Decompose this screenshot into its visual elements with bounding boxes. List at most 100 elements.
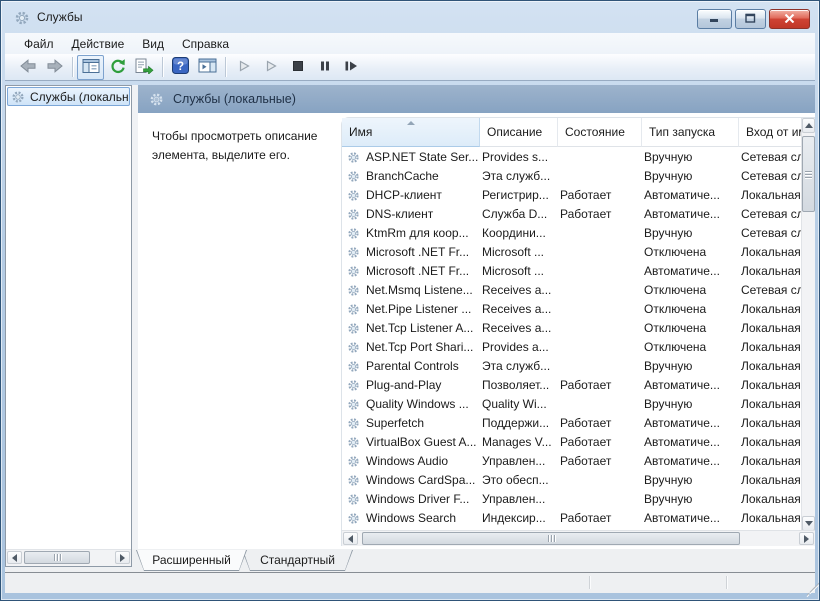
gear-icon bbox=[347, 170, 360, 183]
cell-logon_as: Сетевая служба bbox=[741, 167, 802, 186]
service-row[interactable]: Quality Windows ...Quality Wi...ВручнуюЛ… bbox=[342, 395, 802, 414]
restart-service-icon bbox=[344, 60, 359, 75]
gear-icon bbox=[347, 474, 360, 487]
tree-item-services-local[interactable]: Службы (локальные) bbox=[7, 87, 130, 106]
gear-icon bbox=[347, 284, 360, 297]
view-tab[interactable]: Стандартный bbox=[242, 550, 353, 571]
stop-service-button[interactable] bbox=[284, 55, 311, 80]
cell-name: Parental Controls bbox=[366, 357, 479, 376]
grip-icon bbox=[548, 535, 555, 542]
column-header-label: Вход от имени bbox=[746, 125, 805, 139]
cell-status bbox=[560, 243, 641, 262]
refresh-button[interactable] bbox=[104, 55, 131, 80]
column-header[interactable]: Тип запуска bbox=[642, 118, 739, 147]
cell-logon_as: Локальная система bbox=[741, 262, 802, 281]
cell-startup_type: Отключена bbox=[644, 338, 737, 357]
service-row[interactable]: Microsoft .NET Fr...Microsoft ...Автомат… bbox=[342, 262, 802, 281]
help-button[interactable]: ? bbox=[167, 55, 194, 80]
maximize-button[interactable] bbox=[735, 9, 766, 29]
cell-name: Net.Pipe Listener ... bbox=[366, 300, 479, 319]
cell-description: Receives a... bbox=[482, 300, 557, 319]
service-row[interactable]: Windows SearchИндексир...РаботаетАвтомат… bbox=[342, 509, 802, 528]
services-rows: ASP.NET State Ser...Provides s...Вручную… bbox=[342, 148, 802, 531]
gear-icon bbox=[11, 90, 25, 104]
gear-icon bbox=[347, 493, 360, 506]
list-vertical-scrollbar[interactable] bbox=[801, 118, 815, 531]
service-row[interactable]: Microsoft .NET Fr...Microsoft ...Отключе… bbox=[342, 243, 802, 262]
service-row[interactable]: KtmRm для коор...Координи...ВручнуюСетев… bbox=[342, 224, 802, 243]
service-row[interactable]: ASP.NET State Ser...Provides s...Вручную… bbox=[342, 148, 802, 167]
cell-description: Receives a... bbox=[482, 281, 557, 300]
extended-view-title: Службы (локальные) bbox=[173, 92, 296, 106]
menu-item[interactable]: Файл bbox=[15, 34, 63, 54]
service-row[interactable]: SuperfetchПоддержи...РаботаетАвтоматиче.… bbox=[342, 414, 802, 433]
menu-item[interactable]: Вид bbox=[133, 34, 173, 54]
restart-service-button[interactable] bbox=[338, 55, 365, 80]
toolbar-separator bbox=[225, 57, 226, 77]
column-header[interactable]: Вход от имени bbox=[739, 118, 805, 147]
forward-button[interactable] bbox=[41, 55, 68, 80]
cell-logon_as: Сетевая служба bbox=[741, 205, 802, 224]
extended-view-header: Службы (локальные) bbox=[138, 85, 815, 113]
gear-icon bbox=[347, 303, 360, 316]
scroll-thumb[interactable] bbox=[802, 136, 815, 212]
service-row[interactable]: BranchCacheЭта служб...ВручнуюСетевая сл… bbox=[342, 167, 802, 186]
cell-description: Координи... bbox=[482, 224, 557, 243]
cell-description: Позволяет... bbox=[482, 376, 557, 395]
gear-icon bbox=[347, 246, 360, 259]
scroll-right-button[interactable] bbox=[115, 551, 130, 564]
cell-description: Служба D... bbox=[482, 205, 557, 224]
cell-description: Регистрир... bbox=[482, 186, 557, 205]
menu-item[interactable]: Справка bbox=[173, 34, 238, 54]
cell-status bbox=[560, 471, 641, 490]
service-row[interactable]: Parental ControlsЭта служб...ВручнуюЛока… bbox=[342, 357, 802, 376]
tree-horizontal-scrollbar[interactable] bbox=[6, 549, 131, 566]
service-row[interactable]: Plug-and-PlayПозволяет...РаботаетАвтомат… bbox=[342, 376, 802, 395]
resize-grip[interactable] bbox=[800, 577, 813, 590]
title-bar[interactable]: Службы bbox=[1, 1, 819, 33]
show-console-tree-button[interactable] bbox=[77, 55, 104, 80]
help-icon: ? bbox=[172, 57, 189, 77]
service-row[interactable]: DNS-клиентСлужба D...РаботаетАвтоматиче.… bbox=[342, 205, 802, 224]
scroll-thumb[interactable] bbox=[24, 551, 90, 564]
service-row[interactable]: VirtualBox Guest A...Manages V...Работае… bbox=[342, 433, 802, 452]
service-row[interactable]: DHCP-клиентРегистрир...РаботаетАвтоматич… bbox=[342, 186, 802, 205]
close-button[interactable] bbox=[769, 9, 810, 29]
list-horizontal-scrollbar[interactable] bbox=[342, 530, 815, 546]
scroll-down-button[interactable] bbox=[802, 516, 815, 531]
scroll-up-button[interactable] bbox=[802, 118, 815, 133]
menu-item[interactable]: Действие bbox=[63, 34, 134, 54]
column-header[interactable]: Имя bbox=[342, 118, 480, 147]
scroll-thumb[interactable] bbox=[362, 532, 740, 545]
view-tab[interactable]: Расширенный bbox=[136, 550, 247, 571]
back-icon bbox=[18, 57, 38, 78]
service-row[interactable]: Net.Tcp Port Shari...Provides a...Отключ… bbox=[342, 338, 802, 357]
export-list-button[interactable] bbox=[131, 55, 158, 80]
service-row[interactable]: Net.Pipe Listener ...Receives a...Отключ… bbox=[342, 300, 802, 319]
cell-name: BranchCache bbox=[366, 167, 479, 186]
console-tree: Службы (локальные) bbox=[6, 87, 131, 106]
scroll-right-button[interactable] bbox=[799, 532, 814, 545]
gear-icon bbox=[149, 92, 164, 107]
back-button[interactable] bbox=[14, 55, 41, 80]
sort-ascending-icon bbox=[407, 121, 415, 125]
scroll-left-button[interactable] bbox=[343, 532, 358, 545]
column-header[interactable]: Описание bbox=[480, 118, 558, 147]
column-header[interactable]: Состояние bbox=[558, 118, 642, 147]
minimize-button[interactable] bbox=[697, 9, 732, 29]
toolbar: ? bbox=[5, 54, 815, 81]
cell-status: Работает bbox=[560, 414, 641, 433]
column-header-label: Имя bbox=[349, 125, 372, 139]
service-row[interactable]: Windows Driver F...Управлен...ВручнуюЛок… bbox=[342, 490, 802, 509]
start-service-button[interactable] bbox=[230, 55, 257, 80]
service-row[interactable]: Net.Tcp Listener A...Receives a...Отключ… bbox=[342, 319, 802, 338]
show-action-pane-button[interactable] bbox=[194, 55, 221, 80]
resume-service-button[interactable] bbox=[257, 55, 284, 80]
service-row[interactable]: Windows CardSpa...Это обесп...ВручнуюЛок… bbox=[342, 471, 802, 490]
tree-item-label: Службы (локальные) bbox=[30, 90, 130, 104]
scroll-left-button[interactable] bbox=[7, 551, 22, 564]
service-row[interactable]: Windows AudioУправлен...РаботаетАвтомати… bbox=[342, 452, 802, 471]
cell-name: Net.Msmq Listene... bbox=[366, 281, 479, 300]
pause-service-button[interactable] bbox=[311, 55, 338, 80]
service-row[interactable]: Net.Msmq Listene...Receives a...Отключен… bbox=[342, 281, 802, 300]
